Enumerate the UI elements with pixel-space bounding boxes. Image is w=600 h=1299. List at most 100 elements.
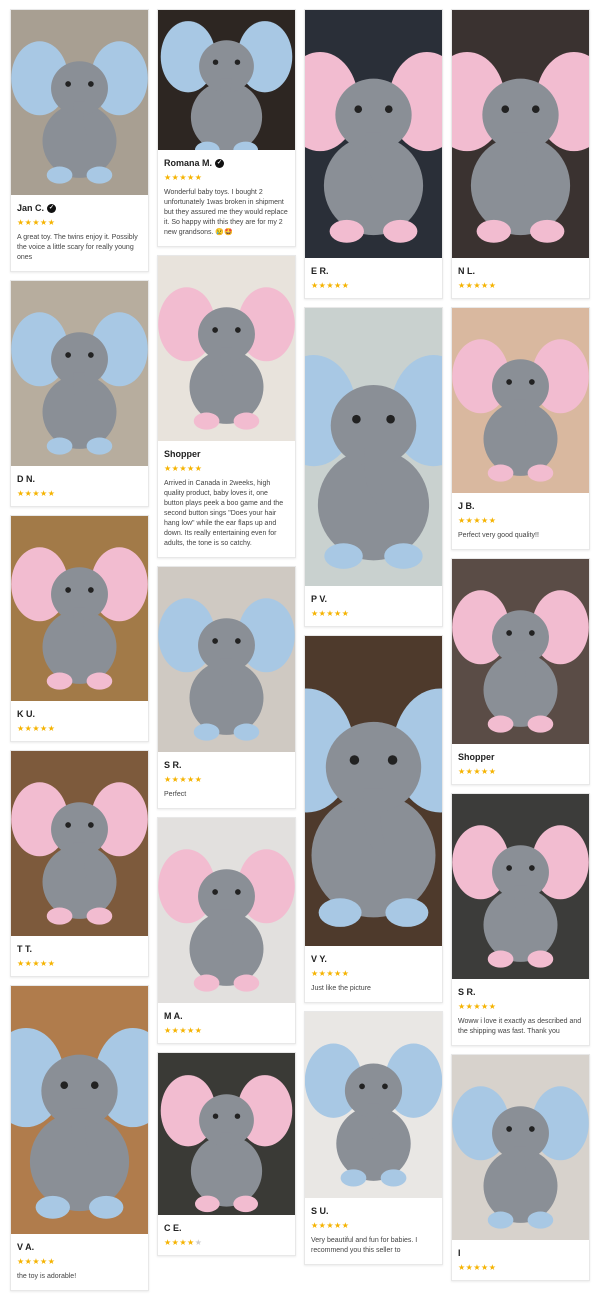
review-photo[interactable] [305, 636, 442, 946]
reviewer-name: P V. [311, 594, 328, 604]
review-text: the toy is adorable! [17, 1273, 77, 1280]
star-rating: ★★★★★ [164, 1026, 289, 1035]
reviewer-name-row: D N. [17, 474, 142, 484]
review-photo[interactable] [158, 256, 295, 441]
plush-elephant-illustration [158, 10, 295, 150]
star-icon: ★ [17, 1257, 25, 1266]
review-photo[interactable] [11, 516, 148, 701]
review-card[interactable]: Jan C. ✓ ★★★★★ A great toy. The twins enjoy… [10, 9, 149, 272]
star-icon: ★ [187, 1026, 195, 1035]
review-photo[interactable] [452, 1055, 589, 1240]
review-text: Wonderful baby toys. I bought 2 unfortun… [164, 189, 288, 236]
review-card[interactable]: S R. ★★★★★ Woww i love it exactly as descr… [451, 793, 590, 1046]
review-photo[interactable] [452, 559, 589, 744]
star-icon: ★ [481, 281, 489, 290]
star-icon: ★ [341, 969, 350, 978]
star-rating: ★★★★★ [311, 281, 436, 290]
plush-elephant-illustration [305, 10, 442, 258]
star-icon: ★ [32, 218, 41, 227]
plush-elephant-illustration [158, 1053, 295, 1215]
review-card[interactable]: I ★★★★★ [451, 1054, 590, 1281]
reviewer-name-row: T T. [17, 944, 142, 954]
review-card[interactable]: P V. ★★★★★ [304, 307, 443, 627]
review-photo[interactable] [452, 10, 589, 258]
review-photo[interactable] [158, 10, 295, 150]
star-rating: ★★★★★ [17, 724, 142, 733]
star-icon: ★ [311, 969, 319, 978]
star-icon: ★ [47, 218, 56, 227]
star-icon: ★ [341, 1221, 350, 1230]
reviewer-name: Shopper [458, 752, 495, 762]
star-icon: ★ [40, 1257, 48, 1266]
review-body: Jan C. ✓ ★★★★★ A great toy. The twins enjoy… [11, 195, 148, 271]
review-photo[interactable] [158, 567, 295, 752]
star-rating: ★★★★★ [458, 767, 583, 776]
review-column: N L. ★★★★★ J B. ★★★★★ Perfect very good qual… [451, 9, 590, 1289]
star-icon: ★ [40, 959, 48, 968]
star-icon: ★ [334, 1221, 342, 1230]
review-card[interactable]: V Y. ★★★★★ Just like the picture [304, 635, 443, 1003]
review-card[interactable]: Romana M. ✓ ★★★★★ Wonderful baby toys. I bo… [157, 9, 296, 247]
review-card[interactable]: J B. ★★★★★ Perfect very good quality!! [451, 307, 590, 550]
review-card[interactable]: N L. ★★★★★ [451, 9, 590, 299]
star-icon: ★ [334, 969, 342, 978]
review-body: C E. ★★★★★ [158, 1215, 295, 1255]
star-rating: ★★★★★ [17, 218, 142, 227]
review-card[interactable]: V A. ★★★★★ the toy is adorable! [10, 985, 149, 1291]
star-icon: ★ [179, 775, 188, 784]
review-photo[interactable] [158, 818, 295, 1003]
review-photo[interactable] [11, 10, 148, 195]
review-photo[interactable] [305, 1012, 442, 1198]
star-icon: ★ [334, 609, 342, 618]
star-icon: ★ [179, 173, 188, 182]
reviewer-name: E R. [311, 266, 329, 276]
star-icon: ★ [326, 1221, 335, 1230]
review-photo[interactable] [158, 1053, 295, 1215]
review-card[interactable]: Shopper ★★★★★ Arrived in Canada in 2weeks,… [157, 255, 296, 558]
review-column: Jan C. ✓ ★★★★★ A great toy. The twins enjoy… [10, 9, 149, 1299]
star-icon: ★ [488, 767, 497, 776]
star-rating: ★★★★★ [164, 775, 289, 784]
review-card[interactable]: S R. ★★★★★ Perfect [157, 566, 296, 809]
star-rating: ★★★★★ [311, 609, 436, 618]
star-icon: ★ [32, 489, 41, 498]
plush-elephant-illustration [11, 751, 148, 936]
star-icon: ★ [47, 489, 56, 498]
star-icon: ★ [458, 281, 466, 290]
review-photo[interactable] [452, 308, 589, 493]
star-icon: ★ [164, 464, 172, 473]
review-card[interactable]: K U. ★★★★★ [10, 515, 149, 742]
review-body: P V. ★★★★★ [305, 586, 442, 626]
star-icon: ★ [47, 724, 56, 733]
star-icon: ★ [187, 775, 195, 784]
review-card[interactable]: T T. ★★★★★ [10, 750, 149, 977]
reviewer-name: Romana M. [164, 158, 213, 168]
review-card[interactable]: E R. ★★★★★ [304, 9, 443, 299]
reviewer-name: T T. [17, 944, 32, 954]
review-photo[interactable] [11, 986, 148, 1234]
review-body: D N. ★★★★★ [11, 466, 148, 506]
review-body: E R. ★★★★★ [305, 258, 442, 298]
review-body: Shopper ★★★★★ [452, 744, 589, 784]
review-card[interactable]: M A. ★★★★★ [157, 817, 296, 1044]
review-body: Romana M. ✓ ★★★★★ Wonderful baby toys. I bo… [158, 150, 295, 246]
review-photo[interactable] [305, 308, 442, 586]
review-card[interactable]: D N. ★★★★★ [10, 280, 149, 507]
review-photo[interactable] [305, 10, 442, 258]
review-card[interactable]: Shopper ★★★★★ [451, 558, 590, 785]
plush-elephant-illustration [11, 986, 148, 1234]
star-icon: ★ [458, 1263, 466, 1272]
star-rating: ★★★★★ [164, 464, 289, 473]
review-card[interactable]: S U. ★★★★★ Very beautiful and fun for babi… [304, 1011, 443, 1265]
plush-elephant-illustration [158, 818, 295, 1003]
review-text: Perfect very good quality!! [458, 532, 539, 539]
plush-elephant-illustration [452, 794, 589, 979]
review-body: I ★★★★★ [452, 1240, 589, 1280]
star-icon: ★ [187, 173, 195, 182]
star-icon: ★ [481, 1263, 489, 1272]
review-card[interactable]: C E. ★★★★★ [157, 1052, 296, 1256]
review-photo[interactable] [11, 751, 148, 936]
review-photo[interactable] [11, 281, 148, 466]
review-photo[interactable] [452, 794, 589, 979]
reviewer-name-row: S R. [164, 760, 289, 770]
